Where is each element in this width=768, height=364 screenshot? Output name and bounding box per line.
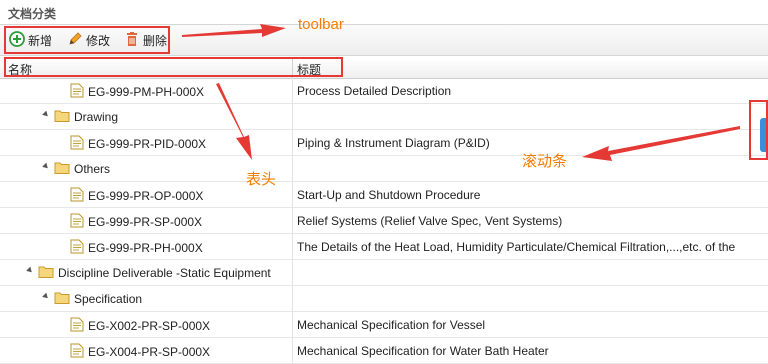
header-annotation-label: 表头 [246, 171, 277, 188]
toolbar-annotation-label: toolbar [298, 16, 344, 33]
toolbar-arrow-icon [182, 24, 286, 37]
annotation-arrows [182, 24, 740, 161]
header-arrow-icon [216, 83, 252, 160]
scrollbar-annotation-label: 滚动条 [522, 153, 568, 170]
scrollbar-arrow-icon [582, 126, 740, 161]
